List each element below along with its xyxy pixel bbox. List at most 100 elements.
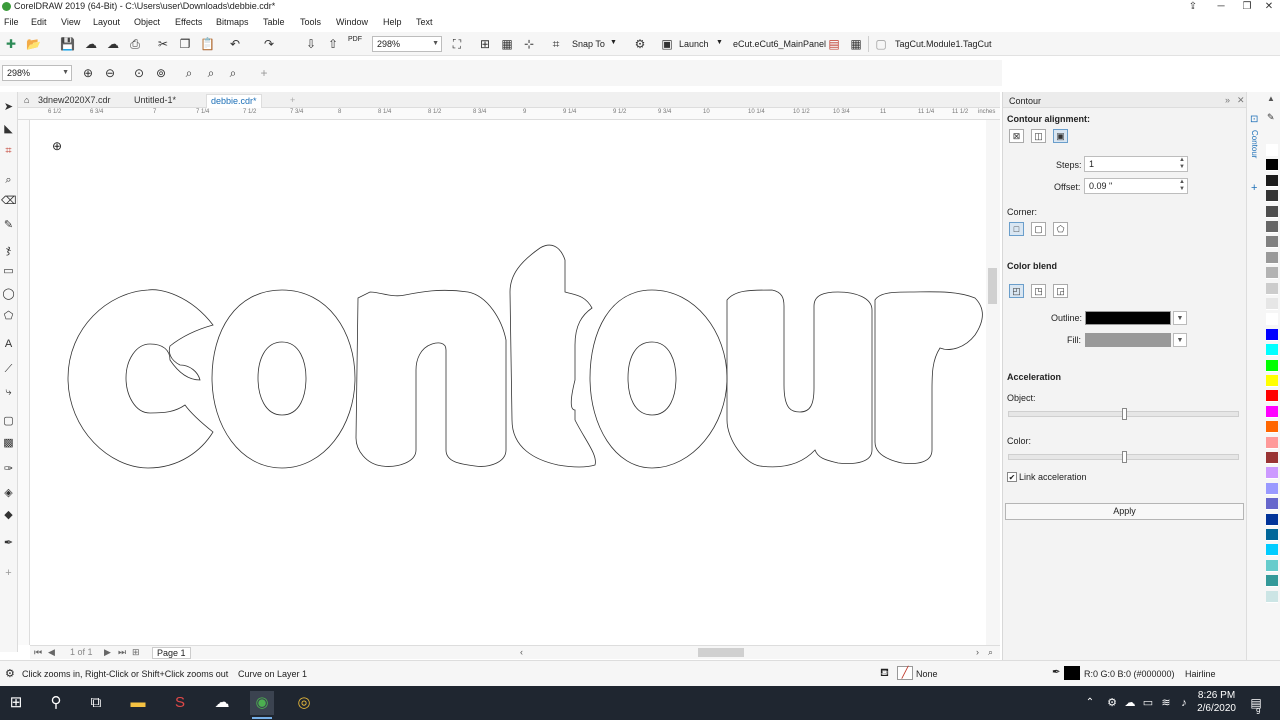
zoom-out-icon[interactable]: ⊖: [103, 66, 117, 80]
artistic-media-icon[interactable]: ჯ: [1, 243, 16, 258]
palette-color-swatch[interactable]: [1266, 575, 1278, 588]
palette-scroll-up-icon[interactable]: ▲: [1267, 94, 1275, 103]
palette-color-swatch[interactable]: [1266, 452, 1278, 464]
palette-color-swatch[interactable]: [1266, 421, 1278, 434]
coreldraw-taskbar-icon[interactable]: ◉: [250, 691, 274, 719]
ellipse-tool-icon[interactable]: ◯: [1, 287, 16, 302]
blend-counterclockwise-icon[interactable]: ◲: [1053, 284, 1068, 298]
horizontal-ruler[interactable]: 6 1/2 6 3/4 7 7 1/4 7 1/2 7 3/4 8 8 1/4 …: [18, 108, 1000, 120]
add-page-icon[interactable]: ⊞: [132, 647, 140, 658]
last-page-icon[interactable]: ⏭: [118, 647, 126, 658]
page-1-tab[interactable]: Page 1: [152, 647, 191, 659]
menu-tools[interactable]: Tools: [300, 17, 321, 27]
share-icon[interactable]: ⇪: [1180, 0, 1206, 14]
file-explorer-icon[interactable]: ▬: [126, 691, 150, 715]
apply-button[interactable]: Apply: [1005, 503, 1244, 520]
outline-color-swatch[interactable]: [1085, 311, 1171, 325]
fill-bucket-icon[interactable]: ⛾: [880, 667, 889, 681]
palette-color-swatch[interactable]: [1266, 205, 1278, 218]
export-pdf-label[interactable]: PDF: [348, 36, 362, 43]
object-acceleration-slider[interactable]: [1008, 408, 1239, 420]
next-page-icon[interactable]: ▶: [104, 647, 111, 658]
offset-field[interactable]: 0.09 " ▲ ▼: [1084, 178, 1188, 194]
palette-color-swatch[interactable]: [1266, 267, 1278, 280]
navigator-zoom-icon[interactable]: ⌕: [988, 647, 993, 658]
spin-down-icon[interactable]: ▼: [1179, 164, 1185, 171]
property-zoom-select[interactable]: 298% ▼: [2, 65, 72, 81]
menu-window[interactable]: Window: [336, 17, 368, 27]
new-document-icon[interactable]: ✚: [4, 37, 18, 51]
zoom-in-icon[interactable]: ⊕: [81, 66, 95, 80]
palette-color-swatch[interactable]: [1266, 467, 1278, 480]
task-view-icon[interactable]: ⧉: [84, 691, 108, 715]
minimize-button[interactable]: ─: [1208, 0, 1234, 14]
search-icon[interactable]: ⚲: [44, 691, 68, 715]
drawing-canvas[interactable]: ⊕: [30, 120, 986, 645]
snagit-icon[interactable]: S: [168, 691, 192, 715]
app-icon[interactable]: ☁: [210, 691, 234, 715]
palette-color-swatch[interactable]: [1266, 313, 1278, 326]
palette-color-swatch[interactable]: [1266, 221, 1278, 233]
connector-tool-icon[interactable]: ⤷: [1, 385, 16, 400]
save-icon[interactable]: 💾: [60, 37, 75, 51]
docker-expand-icon[interactable]: »: [1225, 95, 1230, 105]
shadow-tool-icon[interactable]: ▢: [1, 414, 16, 429]
zoom-width-icon[interactable]: ⌕: [204, 66, 218, 80]
undo-icon[interactable]: ↶: [228, 37, 242, 51]
paste-icon[interactable]: 📋: [200, 37, 215, 51]
palette-color-swatch[interactable]: [1266, 482, 1278, 495]
export-icon[interactable]: ⇧: [326, 37, 340, 51]
palette-color-swatch[interactable]: [1266, 375, 1278, 387]
palette-color-swatch[interactable]: [1266, 544, 1278, 557]
palette-color-swatch[interactable]: [1266, 590, 1278, 603]
color-acceleration-slider[interactable]: [1008, 451, 1239, 463]
fill-color-swatch[interactable]: [1085, 333, 1171, 347]
palette-color-swatch[interactable]: [1266, 559, 1278, 572]
palette-color-swatch[interactable]: [1266, 174, 1278, 187]
contour-outside-icon[interactable]: ▣: [1053, 129, 1068, 143]
transparency-tool-icon[interactable]: ▩: [1, 436, 16, 451]
freehand-tool-icon[interactable]: ✎: [1, 218, 16, 233]
spin-up-icon[interactable]: ▲: [1179, 179, 1185, 186]
palette-color-swatch[interactable]: [1266, 529, 1278, 541]
corner-mitered-icon[interactable]: □: [1009, 222, 1024, 236]
eyedropper-tool-icon[interactable]: ✑: [1, 462, 16, 477]
open-icon[interactable]: 📂: [26, 37, 41, 51]
horizontal-scroll-thumb[interactable]: [698, 648, 744, 657]
palette-color-swatch[interactable]: [1266, 344, 1278, 357]
palette-color-swatch[interactable]: [1266, 236, 1278, 249]
home-icon[interactable]: ⌂: [20, 94, 33, 108]
menu-view[interactable]: View: [61, 17, 80, 27]
ecut-panel-button[interactable]: eCut.eCut6_MainPanel: [733, 39, 826, 49]
spin-up-icon[interactable]: ▲: [1179, 157, 1185, 164]
fill-chevron-down-icon[interactable]: ▼: [1173, 333, 1187, 347]
tray-clock[interactable]: 8:26 PM 2/6/2020: [1197, 689, 1236, 715]
spin-down-icon[interactable]: ▼: [1179, 186, 1185, 193]
color-acceleration-knob[interactable]: [1121, 451, 1127, 463]
docker-close-icon[interactable]: ✕: [1237, 95, 1245, 106]
launch-icon[interactable]: ▣: [660, 37, 674, 51]
cloud-upload-icon[interactable]: ☁: [106, 37, 120, 51]
rulers-icon[interactable]: ⊞: [478, 37, 492, 51]
prev-page-icon[interactable]: ◀: [48, 647, 55, 658]
shape-tool-icon[interactable]: ◣: [1, 122, 16, 137]
tab-3dnew2020x7[interactable]: 3dnew2020X7.cdr: [34, 94, 115, 108]
contour-inside-icon[interactable]: ◫: [1031, 129, 1046, 143]
steps-field[interactable]: 1 ▲ ▼: [1084, 156, 1188, 172]
cut-icon[interactable]: ✂: [156, 37, 170, 51]
palette-color-swatch[interactable]: [1266, 251, 1278, 264]
docker-properties-icon[interactable]: ⊡: [1250, 114, 1258, 125]
snap-icon[interactable]: ⌗: [549, 37, 563, 51]
palette-color-swatch[interactable]: [1266, 190, 1278, 203]
launch-button[interactable]: Launch: [679, 39, 709, 49]
tab-debbie[interactable]: debbie.cdr*: [206, 94, 262, 108]
palette-color-swatch[interactable]: [1266, 359, 1278, 372]
full-screen-icon[interactable]: ⛶: [450, 37, 464, 51]
vertical-scrollbar[interactable]: [986, 120, 1000, 645]
scroll-left-icon[interactable]: ‹: [520, 647, 523, 657]
tagcut-icon[interactable]: ▢: [874, 37, 888, 51]
volume-icon[interactable]: ♪: [1172, 691, 1196, 715]
dimension-tool-icon[interactable]: ⟋: [1, 362, 16, 377]
object-acceleration-knob[interactable]: [1121, 408, 1127, 420]
guidelines-icon[interactable]: ⊹: [522, 37, 536, 51]
